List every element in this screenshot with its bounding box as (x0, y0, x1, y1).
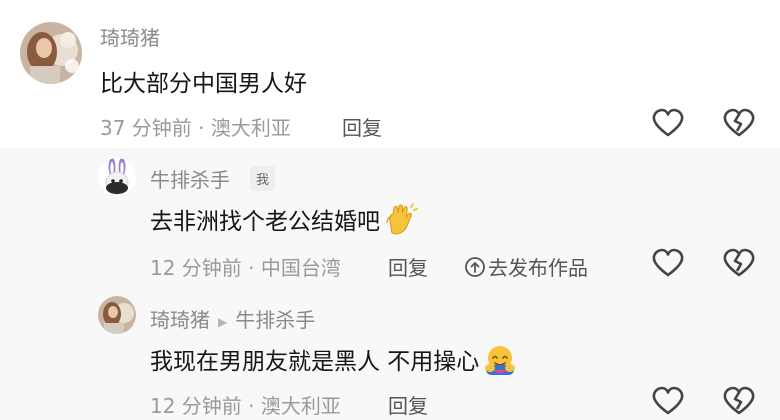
reply-button[interactable]: 回复 (388, 390, 428, 419)
clapping-hands-icon (384, 202, 418, 243)
broken-heart-icon[interactable] (722, 386, 756, 416)
comment-meta: 12 分钟前 · 澳大利亚 (150, 394, 341, 418)
avatar[interactable] (98, 158, 136, 196)
hugging-face-icon (483, 343, 517, 383)
avatar[interactable] (20, 22, 82, 84)
reply-button[interactable]: 回复 (388, 252, 428, 281)
me-badge: 我 (250, 166, 276, 191)
reply-header: 琦琦猪 ▶ 牛排杀手 (150, 304, 315, 333)
comment-text: 比大部分中国男人好 (100, 71, 307, 97)
share-to-post-label: 去发布作品 (488, 256, 588, 280)
comment-text: 我现在男朋友就是黑人 不用操心 (150, 342, 517, 383)
triangle-right-icon: ▶ (218, 314, 228, 329)
broken-heart-icon[interactable] (722, 108, 756, 138)
broken-heart-icon[interactable] (722, 248, 756, 278)
comment-text-content: 去非洲找个老公结婚吧 (150, 209, 380, 235)
comment-username[interactable]: 牛排杀手 (150, 164, 230, 193)
comment-meta: 37 分钟前 · 澳大利亚 (100, 116, 291, 140)
reply-button[interactable]: 回复 (342, 112, 382, 141)
comment-username[interactable]: 琦琦猪 (100, 22, 160, 51)
comment-text: 去非洲找个老公结婚吧 (150, 202, 418, 243)
share-arrow-circle-icon (464, 256, 486, 283)
heart-outline-icon[interactable] (651, 108, 685, 138)
avatar[interactable] (98, 296, 136, 334)
heart-outline-icon[interactable] (651, 248, 685, 278)
comment-text-content: 我现在男朋友就是黑人 不用操心 (150, 349, 480, 375)
share-to-post-button[interactable]: 去发布作品 (464, 252, 588, 283)
comment-username[interactable]: 琦琦猪 (150, 308, 210, 332)
comment-meta: 12 分钟前 · 中国台湾 (150, 256, 341, 280)
heart-outline-icon[interactable] (651, 386, 685, 416)
reply-target-username[interactable]: 牛排杀手 (235, 308, 315, 332)
